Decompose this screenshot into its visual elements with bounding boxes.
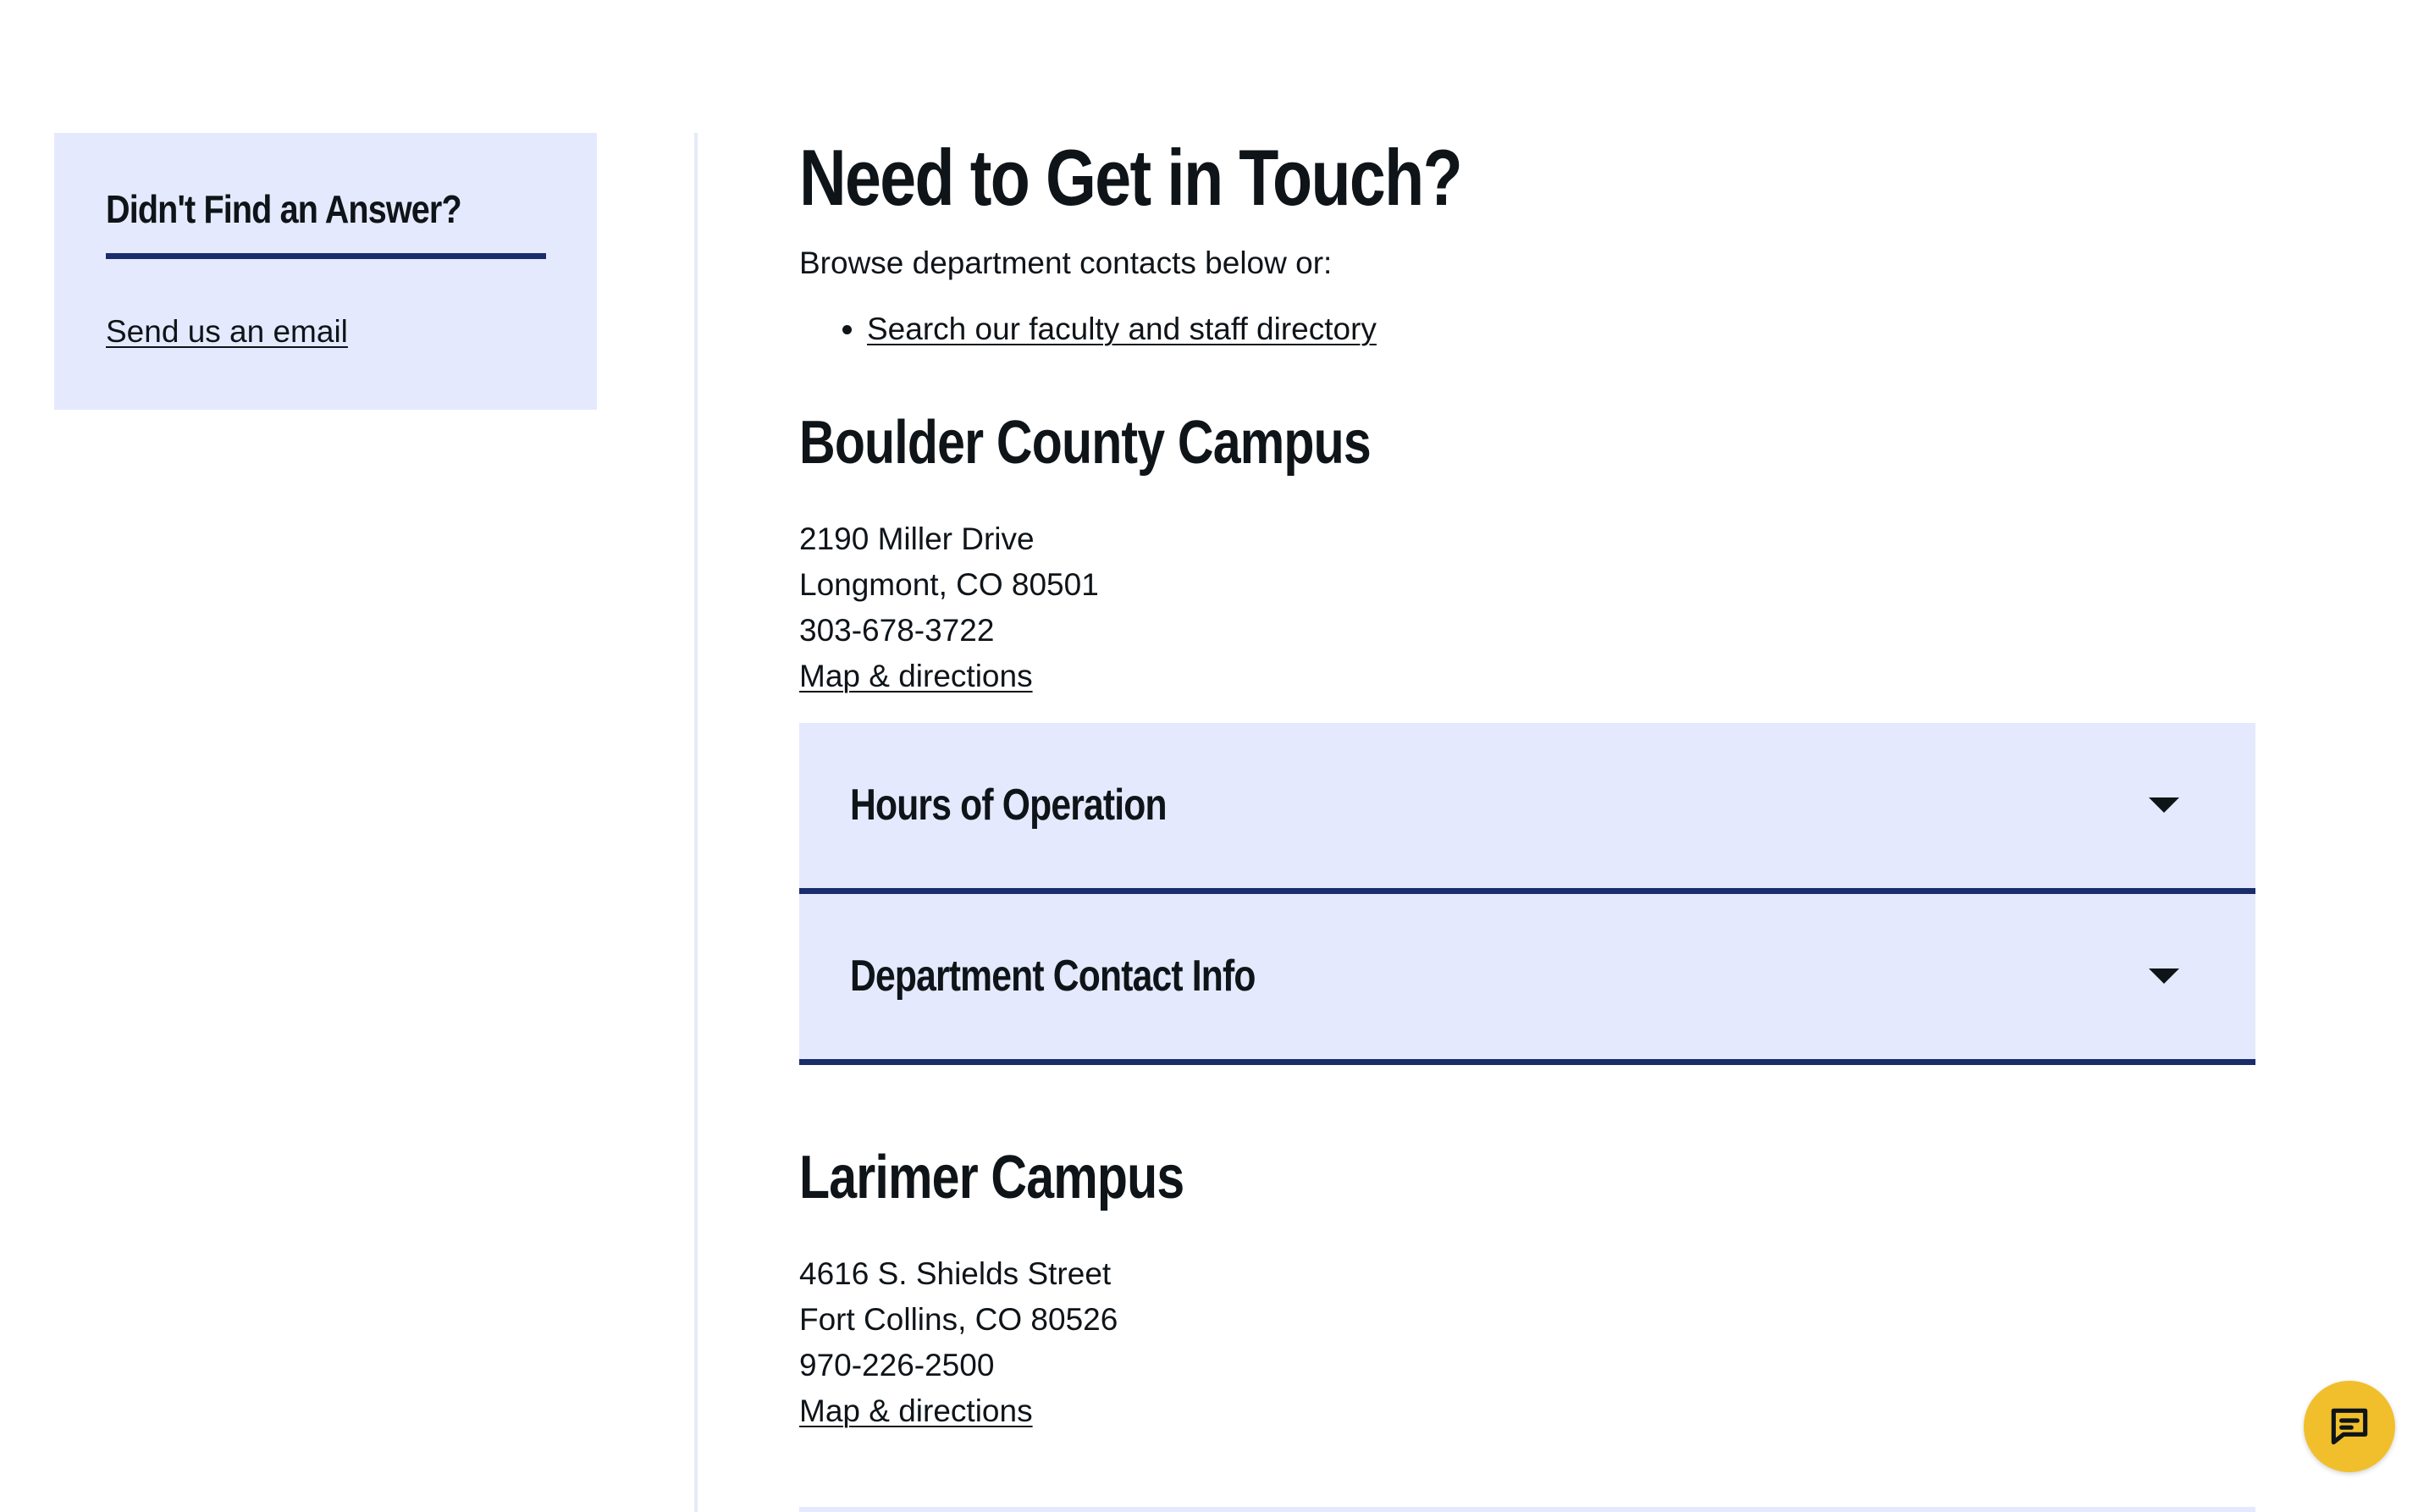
- send-email-link[interactable]: Send us an email: [106, 314, 348, 350]
- chevron-down-icon[interactable]: [2149, 968, 2179, 984]
- phone-number: 303-678-3722: [799, 613, 995, 648]
- directory-search-link[interactable]: Search our faculty and staff directory: [867, 312, 1377, 346]
- page-title: Need to Get in Touch?: [799, 133, 1463, 222]
- intro-text: Browse department contacts below or:: [799, 246, 1333, 280]
- campus-accordion-boulder: Hours of Operation Department Contact In…: [799, 723, 2255, 1065]
- campus-address-larimer: 4616 S. Shields Street Fort Collins, CO …: [799, 1251, 2255, 1434]
- map-directions-link-boulder[interactable]: Map & directions: [799, 659, 1033, 693]
- campus-heading-boulder: Boulder County Campus: [799, 409, 1372, 477]
- address-line-1: 4616 S. Shields Street: [799, 1256, 1112, 1291]
- chat-bubble-icon: [2331, 1408, 2368, 1445]
- campus-heading-larimer: Larimer Campus: [799, 1144, 1184, 1211]
- accordion-larimer-peek: [799, 1507, 2255, 1512]
- sidebar-title-rule: [106, 253, 546, 259]
- list-item: Search our faculty and staff directory: [867, 308, 2255, 350]
- phone-number: 970-226-2500: [799, 1348, 995, 1382]
- page: Didn't Find an Answer? Send us an email …: [0, 0, 2418, 1512]
- map-directions-link-larimer[interactable]: Map & directions: [799, 1393, 1033, 1428]
- accordion-label: Hours of Operation: [850, 781, 1168, 830]
- address-line-2: Fort Collins, CO 80526: [799, 1302, 1118, 1337]
- address-line-2: Longmont, CO 80501: [799, 567, 1099, 602]
- campus-address-boulder: 2190 Miller Drive Longmont, CO 80501 303…: [799, 516, 2255, 699]
- chat-button[interactable]: [2304, 1381, 2395, 1472]
- accordion-department-contact-info[interactable]: Department Contact Info: [799, 894, 2255, 1065]
- contact-options-list: Search our faculty and staff directory: [799, 308, 2255, 350]
- main-content: Need to Get in Touch? Browse department …: [799, 127, 2255, 1434]
- chevron-down-icon[interactable]: [2149, 797, 2179, 813]
- sidebar-help-card: Didn't Find an Answer? Send us an email: [54, 133, 597, 410]
- sidebar-title: Didn't Find an Answer?: [106, 187, 462, 231]
- address-line-1: 2190 Miller Drive: [799, 521, 1035, 556]
- accordion-hours-of-operation[interactable]: Hours of Operation: [799, 723, 2255, 894]
- accordion-label: Department Contact Info: [850, 952, 1256, 1001]
- column-divider: [694, 133, 698, 1512]
